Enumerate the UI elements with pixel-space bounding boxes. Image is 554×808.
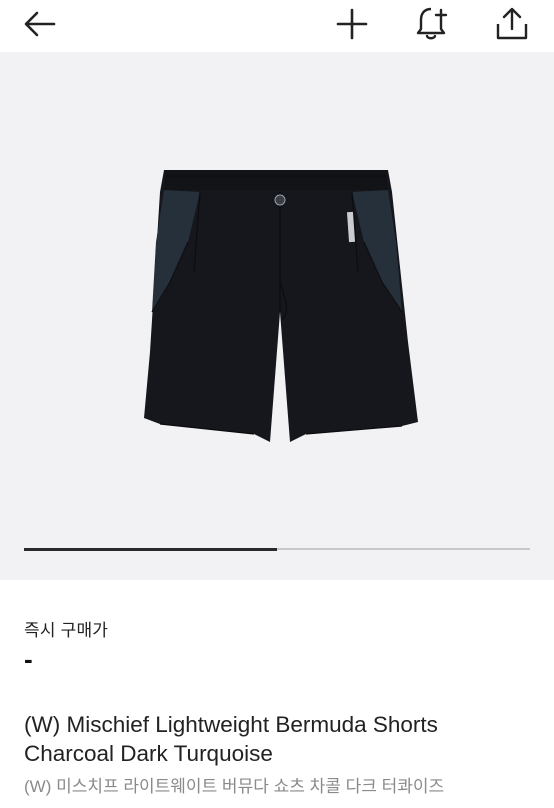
arrow-left-icon bbox=[24, 11, 56, 37]
product-image-gallery[interactable] bbox=[0, 52, 554, 580]
price-alert-button[interactable] bbox=[412, 4, 452, 44]
plus-icon bbox=[336, 8, 368, 40]
product-title-line-2: Charcoal Dark Turquoise bbox=[24, 741, 273, 766]
product-title-line-1: (W) Mischief Lightweight Bermuda Shorts bbox=[24, 712, 438, 737]
back-button[interactable] bbox=[20, 4, 60, 44]
product-title: (W) Mischief Lightweight Bermuda Shorts … bbox=[24, 710, 534, 768]
instant-buy-price-value: - bbox=[24, 644, 33, 674]
share-button[interactable] bbox=[492, 4, 532, 44]
bell-plus-icon bbox=[416, 7, 448, 40]
carousel-progress-bar bbox=[24, 547, 530, 551]
instant-buy-price-label: 즉시 구매가 bbox=[24, 621, 109, 640]
add-to-wishlist-button[interactable] bbox=[332, 4, 372, 44]
share-icon bbox=[496, 7, 528, 40]
carousel-progress-fill bbox=[24, 547, 277, 551]
top-app-bar bbox=[0, 0, 554, 52]
product-subtitle-korean: (W) 미스치프 라이트웨이트 버뮤다 쇼츠 차콜 다크 터콰이즈 bbox=[24, 777, 445, 796]
product-image bbox=[144, 170, 418, 442]
